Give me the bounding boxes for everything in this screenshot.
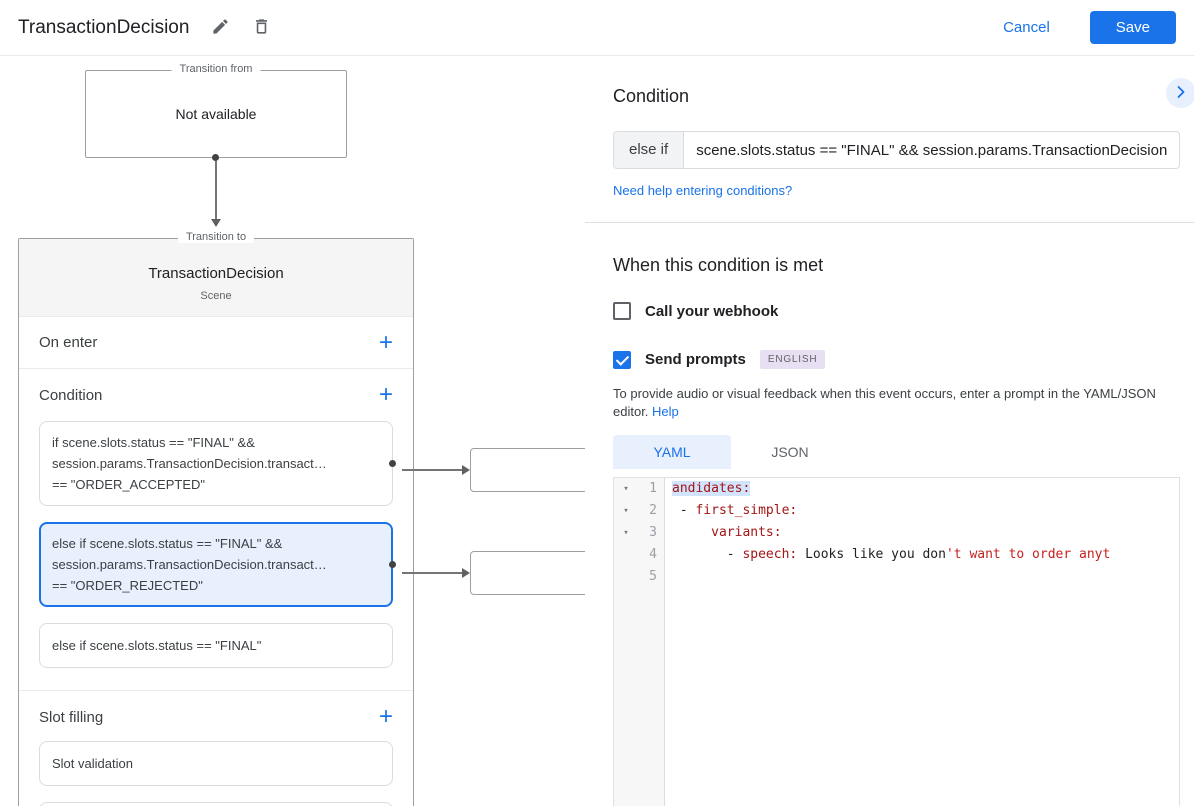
hint-text: To provide audio or visual feedback when… — [613, 386, 1156, 419]
clipped-card[interactable] — [39, 802, 393, 806]
add-slot-icon[interactable]: + — [379, 705, 393, 729]
cancel-button[interactable]: Cancel — [1003, 19, 1050, 36]
condition-expression-input[interactable] — [684, 132, 1179, 168]
gutter-divider — [664, 478, 665, 806]
save-button[interactable]: Save — [1089, 11, 1176, 44]
line-number: 4 — [649, 547, 657, 562]
slot-filling-section: Slot filling + Slot validation — [19, 691, 413, 806]
language-badge: ENGLISH — [759, 350, 826, 369]
connector-dot — [389, 561, 396, 568]
send-prompts-checkbox[interactable] — [613, 350, 631, 369]
line-number: 1 — [649, 481, 657, 496]
code-text: - first_simple: — [672, 503, 798, 518]
condition-text: session.params.TransactionDecision.trans… — [52, 456, 327, 471]
condition-text: == "ORDER_ACCEPTED" — [52, 477, 205, 492]
top-bar: TransactionDecision Cancel Save — [0, 0, 1194, 56]
edit-title-button[interactable] — [211, 17, 230, 39]
when-met-title: When this condition is met — [613, 255, 824, 275]
fold-arrow-icon[interactable]: ▾ — [614, 500, 638, 522]
slot-filling-section-label: Slot filling — [39, 708, 104, 726]
editor-line: ▾ 2 - first_simple: — [614, 500, 1179, 522]
scene-name: TransactionDecision — [148, 265, 284, 282]
condition-card[interactable]: if scene.slots.status == "FINAL" && sess… — [39, 421, 396, 506]
condition-text: else if scene.slots.status == "FINAL" — [52, 638, 262, 653]
condition-card[interactable]: else if scene.slots.status == "FINAL" — [39, 623, 393, 668]
condition-section-label: Condition — [39, 386, 103, 404]
pencil-icon — [211, 17, 230, 39]
code-text: variants: — [711, 525, 782, 540]
main-area: Transition from Not available Transition… — [0, 56, 1194, 806]
webhook-row: Call your webhook — [613, 302, 1180, 320]
condition-details-panel: Condition else if Need help entering con… — [585, 56, 1194, 806]
line-number: 5 — [649, 569, 657, 584]
scene-type-label: Scene — [200, 290, 232, 302]
transition-target-node[interactable] — [470, 551, 585, 595]
editor-line: ▾ 3 variants: — [614, 522, 1179, 544]
add-on-enter-icon[interactable]: + — [379, 330, 393, 354]
chevron-right-icon — [1171, 82, 1191, 105]
line-number: 3 — [649, 525, 657, 540]
transition-to-node: Transition to TransactionDecision Scene … — [18, 231, 414, 806]
send-prompts-label[interactable]: Send prompts — [645, 351, 746, 368]
transition-from-legend: Transition from — [171, 63, 261, 75]
transition-to-legend: Transition to — [177, 231, 255, 243]
trash-icon — [252, 17, 271, 39]
fold-arrow-icon[interactable]: ▾ — [614, 478, 638, 500]
collapse-panel-button[interactable] — [1166, 78, 1194, 108]
transition-from-content: Not available — [175, 106, 257, 122]
tab-yaml[interactable]: YAML — [613, 435, 731, 469]
editor-format-tabs: YAML JSON — [613, 435, 1180, 469]
webhook-checkbox[interactable] — [613, 302, 631, 320]
condition-text: == "ORDER_REJECTED" — [52, 578, 203, 593]
help-link[interactable]: Help — [652, 404, 679, 419]
condition-prefix-label: else if — [614, 132, 685, 168]
yaml-code-editor[interactable]: ▾ 1 andidates: ▾ 2 - first_simple: ▾ 3 v… — [613, 477, 1180, 806]
connector-line — [402, 469, 464, 471]
condition-expression-row: else if — [613, 131, 1180, 169]
condition-text: session.params.TransactionDecision.trans… — [52, 557, 327, 572]
condition-text: else if scene.slots.status == "FINAL" && — [52, 536, 283, 551]
when-condition-met-section: When this condition is met Call your web… — [585, 223, 1194, 806]
code-text: - speech: Looks like you don't want to o… — [672, 547, 1111, 562]
editor-line: 5 — [614, 566, 1179, 588]
delete-scene-button[interactable] — [252, 17, 271, 39]
transition-target-node[interactable] — [470, 448, 585, 492]
scene-header[interactable]: TransactionDecision Scene — [19, 239, 413, 317]
page-title: TransactionDecision — [18, 16, 190, 38]
slot-card-label: Slot validation — [52, 756, 133, 771]
condition-section: Condition + if scene.slots.status == "FI… — [19, 369, 413, 691]
arrowhead-down-icon — [211, 219, 221, 227]
condition-help-link[interactable]: Need help entering conditions? — [613, 183, 792, 198]
condition-card-selected[interactable]: else if scene.slots.status == "FINAL" &&… — [39, 522, 396, 607]
webhook-label[interactable]: Call your webhook — [645, 303, 778, 320]
prompt-hint-text: To provide audio or visual feedback when… — [613, 385, 1173, 421]
add-condition-icon[interactable]: + — [379, 383, 393, 407]
arrowhead-right-icon — [462, 568, 470, 578]
connector-dot — [212, 154, 219, 161]
panel-title: Condition — [613, 86, 690, 106]
connector-dot — [389, 460, 396, 467]
transition-from-node: Transition from Not available — [85, 63, 347, 158]
tab-json[interactable]: JSON — [731, 435, 849, 469]
on-enter-label: On enter — [39, 334, 98, 351]
slot-validation-card[interactable]: Slot validation — [39, 741, 393, 786]
condition-editor-section: Condition else if Need help entering con… — [585, 56, 1194, 222]
editor-line: 4 - speech: Looks like you don't want to… — [614, 544, 1179, 566]
on-enter-row[interactable]: On enter + — [19, 317, 413, 369]
editor-line: ▾ 1 andidates: — [614, 478, 1179, 500]
condition-text: if scene.slots.status == "FINAL" && — [52, 435, 255, 450]
fold-arrow-icon[interactable]: ▾ — [614, 522, 638, 544]
code-text: andidates: — [672, 481, 751, 496]
send-prompts-row: Send prompts ENGLISH — [613, 350, 1180, 369]
arrowhead-right-icon — [462, 465, 470, 475]
connector-line — [215, 161, 217, 219]
connector-line — [402, 572, 464, 574]
scene-diagram-canvas: Transition from Not available Transition… — [0, 56, 585, 806]
line-number: 2 — [649, 503, 657, 518]
